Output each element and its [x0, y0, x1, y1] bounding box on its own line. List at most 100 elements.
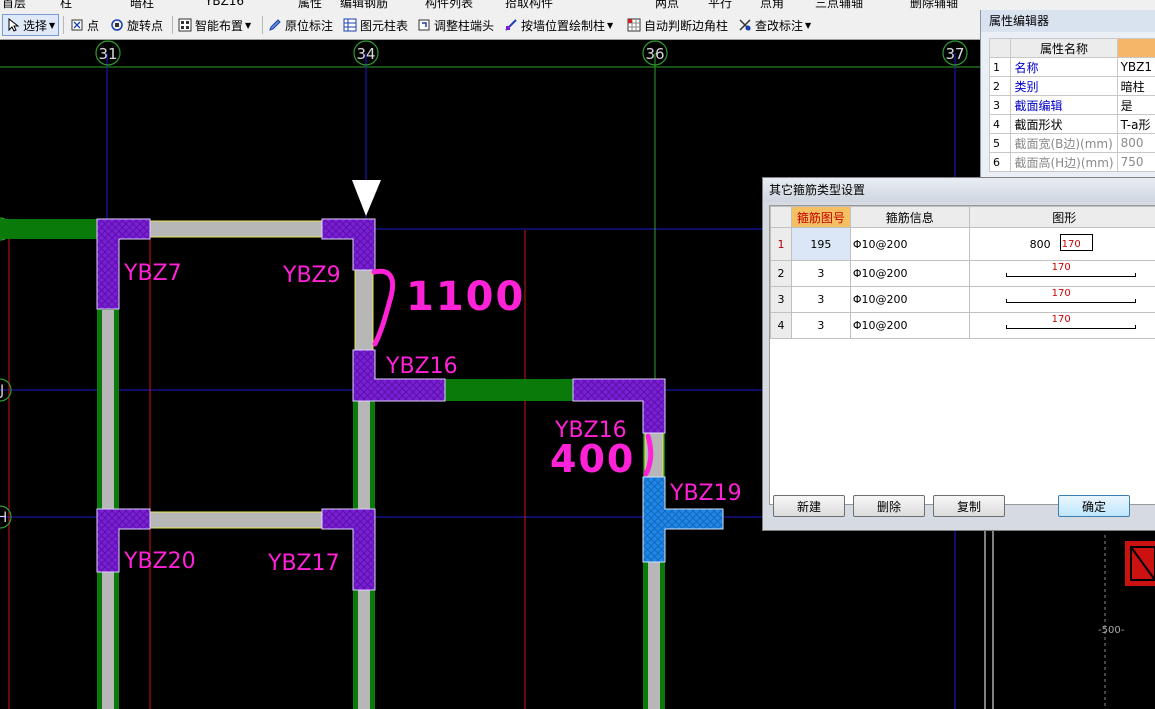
stirrup-info-cell[interactable]: Φ10@200 [849, 286, 970, 313]
chevron-down-icon: ▼ [245, 20, 252, 30]
point-angle-button[interactable]: 点角 [760, 0, 784, 10]
property-editor-title: 属性编辑器 [981, 10, 1155, 32]
new-button[interactable]: 新建 [773, 495, 845, 517]
check-mark-icon [739, 19, 751, 31]
rotate-point-button[interactable]: 旋转点 [110, 15, 163, 35]
property-row[interactable]: 6 截面高(H边)(mm) 750 [988, 152, 1155, 172]
axis-label: 31 [98, 45, 117, 63]
axis-bubble-36[interactable]: 36 [642, 40, 668, 66]
pick-component-button[interactable]: 拾取构件 [505, 0, 553, 10]
separator [172, 16, 173, 34]
origin-mark-label: 原位标注 [285, 18, 334, 33]
cursor-icon [8, 18, 20, 32]
smart-layout-button[interactable]: 智能布置 ▼ [178, 15, 251, 35]
property-editor-panel: 属性编辑器 属性名称 1 名称 YBZ1 2 类别 暗柱 3 截面编辑 是 4 … [980, 10, 1155, 180]
two-point-button[interactable]: 两点 [655, 0, 679, 10]
stirrup-info-cell[interactable]: Φ10@200 [849, 227, 970, 261]
column-ybz17[interactable] [321, 508, 376, 591]
table-icon [343, 18, 357, 32]
corner-grid-icon [627, 18, 641, 32]
delete-axis-button[interactable]: 删除辅轴 [910, 0, 958, 10]
insertion-arrow-icon [352, 180, 381, 216]
handwritten-dimension-400: 400 [550, 437, 635, 481]
property-row[interactable]: 1 名称 YBZ1 [988, 57, 1155, 77]
component-select[interactable]: YBZ16 [205, 0, 244, 8]
property-value[interactable]: 750 [1116, 152, 1155, 172]
check-mark-label: 查改标注 [755, 18, 804, 33]
shape-dim-b: 170 [1051, 288, 1071, 299]
stirrup-code-cell[interactable]: 195 [790, 227, 851, 261]
stirrup-row[interactable]: 3 3 Φ10@200 170 [770, 286, 1155, 313]
floor-select[interactable]: 首层 [2, 0, 26, 10]
stirrup-row[interactable]: 2 3 Φ10@200 170 [770, 260, 1155, 287]
stirrup-code-cell[interactable]: 3 [790, 260, 851, 287]
axis-bubble-34[interactable]: 34 [353, 40, 379, 66]
property-row[interactable]: 3 截面编辑 是 [988, 95, 1155, 115]
axis-bubble-31[interactable]: 31 [95, 40, 121, 66]
type-select[interactable]: 暗柱 [130, 0, 154, 10]
smart-layout-label: 智能布置 [195, 18, 244, 33]
edit-rebar-button[interactable]: 编辑钢筋 [340, 0, 388, 10]
point-button[interactable]: 点 [70, 15, 99, 35]
category-select[interactable]: 柱 [60, 0, 72, 10]
rotate-point-label: 旋转点 [127, 18, 164, 33]
rotate-icon [111, 19, 123, 31]
stirrup-row[interactable]: 1 195 Φ10@200 800 170 [770, 227, 1155, 261]
axis-bubble-37[interactable]: 37 [942, 40, 968, 66]
three-point-axis-button[interactable]: 三点辅轴 [815, 0, 863, 10]
property-value[interactable]: 是 [1116, 95, 1155, 115]
property-value[interactable]: 800 [1116, 133, 1155, 153]
label-ybz9: YBZ9 [282, 263, 341, 288]
axis-label: J [0, 383, 4, 399]
point-label: 点 [87, 18, 100, 33]
auto-corner-button[interactable]: 自动判断边角柱 [627, 15, 728, 35]
elem-column-table-button[interactable]: 图元柱表 [343, 15, 408, 35]
stirrup-code-cell[interactable]: 3 [790, 312, 851, 339]
property-row[interactable]: 4 截面形状 T-a形 [988, 114, 1155, 134]
check-mark-button[interactable]: 查改标注 ▼ [738, 15, 811, 35]
wall-draw-icon [505, 19, 517, 31]
label-ybz17: YBZ17 [267, 551, 340, 576]
chevron-down-icon: ▼ [805, 20, 812, 30]
parallel-button[interactable]: 平行 [708, 0, 732, 10]
dialog-title: 其它箍筋类型设置 [763, 178, 1155, 202]
auto-corner-label: 自动判断边角柱 [644, 18, 729, 33]
pencil-mark-icon [269, 19, 281, 31]
stirrup-info-cell[interactable]: Φ10@200 [849, 260, 970, 287]
handwritten-bracket [371, 268, 396, 347]
draw-toolbar: 选择 ▼ 点 旋转点 智能布置 ▼ 原位标注 图元柱表 调整柱端头 按墙位置绘制… [0, 10, 985, 40]
select-button[interactable]: 选择 ▼ [2, 14, 60, 36]
property-value[interactable]: T-a形 [1116, 114, 1155, 134]
label-ybz16-a: YBZ16 [385, 354, 458, 379]
property-value[interactable]: YBZ1 [1116, 57, 1155, 77]
chevron-down-icon: ▼ [49, 20, 56, 30]
property-value[interactable]: 暗柱 [1116, 76, 1155, 96]
property-header-row: 属性名称 [988, 38, 1155, 58]
copy-button[interactable]: 复制 [933, 495, 1005, 517]
stirrup-shape-header: 图形 [968, 206, 1155, 228]
ok-button[interactable]: 确定 [1058, 495, 1130, 517]
draw-by-wall-button[interactable]: 按墙位置绘制柱 ▼ [504, 15, 613, 35]
stirrup-row[interactable]: 4 3 Φ10@200 170 [770, 312, 1155, 339]
component-list-button[interactable]: 构件列表 [425, 0, 473, 10]
stirrup-info-header: 箍筋信息 [849, 206, 970, 228]
property-row[interactable]: 5 截面宽(B边)(mm) 800 [988, 133, 1155, 153]
delete-button[interactable]: 删除 [853, 495, 925, 517]
stirrup-code-cell[interactable]: 3 [790, 286, 851, 313]
property-row[interactable]: 2 类别 暗柱 [988, 76, 1155, 96]
properties-button[interactable]: 属性 [298, 0, 322, 10]
property-table: 属性名称 1 名称 YBZ1 2 类别 暗柱 3 截面编辑 是 4 截面形状 T… [988, 38, 1155, 172]
property-key: 截面编辑 [1010, 95, 1118, 115]
property-key: 类别 [1010, 76, 1118, 96]
straight-bar-icon [1005, 273, 1136, 277]
stirrup-table: 箍筋图号 箍筋信息 图形 1 195 Φ10@200 800 170 2 3 Φ… [769, 205, 1155, 505]
elem-column-table-label: 图元柱表 [360, 18, 409, 33]
stirrup-info-cell[interactable]: Φ10@200 [849, 312, 970, 339]
stirrup-code-header: 箍筋图号 [790, 206, 851, 228]
label-ybz7: YBZ7 [123, 261, 182, 286]
shape-dim-b: 170 [1061, 239, 1081, 250]
shape-dim-a: 800 [1029, 238, 1051, 251]
point-icon [71, 19, 83, 31]
origin-mark-button[interactable]: 原位标注 [268, 15, 333, 35]
adjust-column-end-button[interactable]: 调整柱端头 [417, 15, 494, 35]
